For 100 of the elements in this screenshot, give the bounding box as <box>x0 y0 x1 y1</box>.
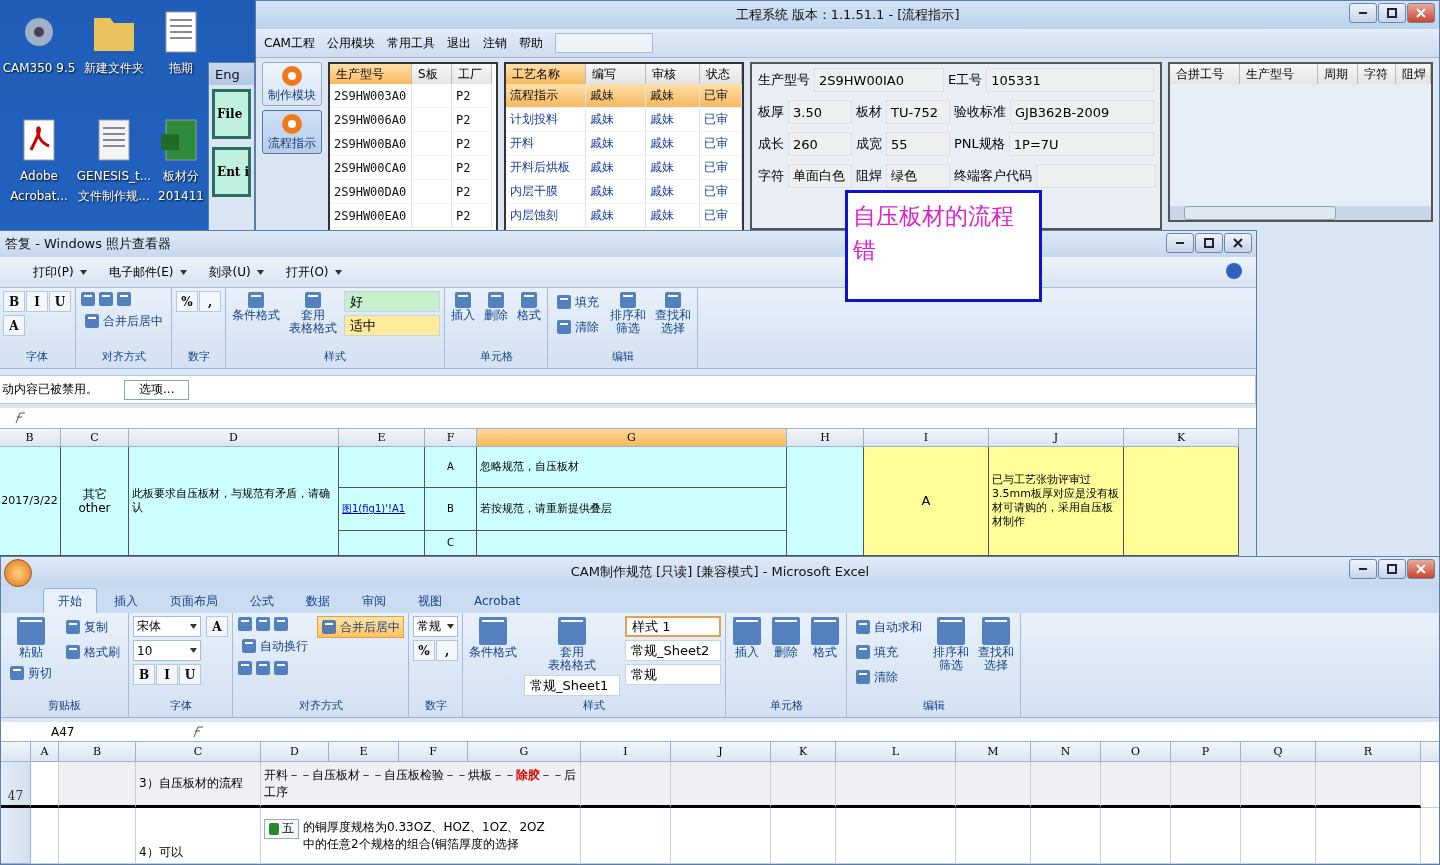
table-cell[interactable]: 已审 <box>700 108 742 132</box>
ribbon-button[interactable]: 清除 <box>851 666 926 688</box>
table-cell[interactable]: 戚妹 <box>646 180 700 204</box>
menu-item[interactable]: 退出 <box>446 34 471 52</box>
menu-item[interactable]: 打印(P) <box>33 263 74 281</box>
format-button[interactable]: U <box>179 664 201 685</box>
style-swatch[interactable]: 常规_Sheet1 <box>524 675 620 696</box>
ribbon-button[interactable]: 插入 <box>449 291 477 322</box>
ribbon-tab[interactable]: 页面布局 <box>155 588 233 613</box>
menu-item[interactable]: 电子邮件(E) <box>108 263 174 281</box>
scrollbar-thumb[interactable] <box>1184 206 1336 220</box>
ribbon-button[interactable]: 填充 <box>552 291 603 313</box>
ribbon-button[interactable]: 插入 <box>730 616 764 659</box>
format-button[interactable]: A <box>206 616 228 637</box>
maximize-button[interactable] <box>1378 559 1406 579</box>
table-cell[interactable]: 已审 <box>700 180 742 204</box>
style-swatch[interactable]: 适中 <box>344 315 440 336</box>
column-header[interactable]: 编写 <box>586 64 646 84</box>
style-swatch[interactable]: 常规 <box>625 664 721 685</box>
text-field[interactable]: GJB362B-2009 <box>1010 100 1154 124</box>
menu-item[interactable]: CAM工程 <box>264 34 315 52</box>
ribbon-tab[interactable]: 审阅 <box>347 588 401 613</box>
table-cell[interactable]: 戚妹 <box>586 204 646 228</box>
table-cell[interactable]: 戚妹 <box>646 108 700 132</box>
ribbon-button[interactable]: 条件格式 <box>230 291 282 322</box>
dropdown-field[interactable]: 宋体 <box>133 616 201 637</box>
format-button[interactable]: U <box>49 291 71 312</box>
ribbon-button[interactable]: 格式 <box>515 291 543 322</box>
ime-toolbar[interactable]: 五 <box>264 818 299 839</box>
format-button[interactable]: % <box>413 640 435 661</box>
office-button[interactable] <box>4 559 32 587</box>
ribbon-button[interactable]: 查找和 选择 <box>653 291 693 335</box>
cell-link[interactable]: 图1(fig1)'!A1 <box>342 502 406 516</box>
table-cell[interactable]: 内层干膜 <box>506 180 586 204</box>
text-field[interactable]: 55 <box>886 132 950 156</box>
column-header[interactable]: 状态 <box>700 64 742 84</box>
text-field[interactable]: 260 <box>788 132 852 156</box>
column-header[interactable]: 生产型号 <box>1240 64 1318 84</box>
ribbon-tab[interactable]: 公式 <box>235 588 289 613</box>
dropdown-field[interactable]: 10 <box>133 640 201 661</box>
text-field[interactable]: TU-752 <box>886 100 950 124</box>
table-cell[interactable]: 内层蚀刻 <box>506 204 586 228</box>
ribbon-tab[interactable]: Acrobat <box>459 588 536 613</box>
minimize-button[interactable] <box>1166 233 1194 253</box>
ribbon-button[interactable]: 粘贴 <box>5 616 56 659</box>
ribbon-button[interactable]: 合并后居中 <box>80 310 167 332</box>
table-cell[interactable]: 流程指示 <box>506 84 586 108</box>
table-cell[interactable]: 已审 <box>700 132 742 156</box>
format-button[interactable]: , <box>436 640 458 661</box>
menu-item[interactable]: 注销 <box>482 34 507 52</box>
ribbon-tab[interactable]: 数据 <box>291 588 345 613</box>
ribbon-button[interactable]: 清除 <box>552 316 603 338</box>
menu-item[interactable]: 公用模块 <box>326 34 375 52</box>
table-cell[interactable]: 已审 <box>700 84 742 108</box>
ribbon-button[interactable]: 复制 <box>61 616 124 638</box>
ribbon-button[interactable]: 查找和 选择 <box>976 616 1016 672</box>
ribbon-button[interactable]: 剪切 <box>5 662 56 684</box>
table-cell[interactable]: 戚妹 <box>586 156 646 180</box>
ribbon-button[interactable]: 自动换行 <box>237 635 312 657</box>
menu-item[interactable]: 帮助 <box>518 34 543 52</box>
ribbon-button[interactable]: 条件格式 <box>467 616 519 659</box>
ribbon-button[interactable]: 排序和 筛选 <box>608 291 648 335</box>
table-cell[interactable]: 已审 <box>700 204 742 228</box>
ribbon-button[interactable]: 套用 表格格式 <box>287 291 339 335</box>
panel-button[interactable]: Ent i <box>212 147 251 197</box>
format-button[interactable]: B <box>133 664 155 685</box>
menu-item[interactable]: 常用工具 <box>386 34 435 52</box>
close-button[interactable] <box>1224 233 1252 253</box>
format-button[interactable]: A <box>3 315 25 336</box>
ribbon-button[interactable]: 删除 <box>482 291 510 322</box>
minimize-button[interactable] <box>1349 3 1377 23</box>
table-cell[interactable]: 戚妹 <box>646 84 700 108</box>
dropdown-field[interactable] <box>554 33 653 53</box>
table-cell[interactable]: 已审 <box>700 156 742 180</box>
text-field[interactable]: 105331 <box>986 68 1154 92</box>
text-field[interactable]: 2S9HW00IA0 <box>814 68 944 92</box>
column-header[interactable]: 阻焊 <box>1396 64 1431 84</box>
ribbon-button[interactable]: 合并后居中 <box>317 616 404 638</box>
format-button[interactable]: I <box>26 291 48 312</box>
panel-button[interactable]: File <box>212 89 251 139</box>
ribbon-button[interactable]: 删除 <box>769 616 803 659</box>
ribbon-tab[interactable]: 视图 <box>403 588 457 613</box>
maximize-button[interactable] <box>1378 3 1406 23</box>
format-button[interactable]: , <box>199 291 221 312</box>
ribbon-button[interactable]: 格式刷 <box>61 641 124 663</box>
ribbon-button[interactable]: 格式 <box>808 616 842 659</box>
options-button[interactable]: 选项... <box>124 379 190 400</box>
text-field[interactable]: 单面白色 <box>788 164 852 188</box>
column-header[interactable]: 字符 <box>1358 64 1396 84</box>
ribbon-tab[interactable]: 开始 <box>43 588 97 613</box>
menu-item[interactable]: 打开(O) <box>285 263 329 281</box>
column-header[interactable]: 审核 <box>646 64 700 84</box>
nav-button[interactable]: 制作模块 <box>262 62 322 106</box>
ribbon-button[interactable]: 填充 <box>851 641 926 663</box>
ribbon-button[interactable]: 自动求和 <box>851 616 926 638</box>
ribbon-button[interactable]: 套用 表格格式 <box>524 616 620 672</box>
column-header[interactable]: S板 <box>412 64 452 84</box>
style-swatch[interactable]: 好 <box>344 291 440 312</box>
format-button[interactable]: B <box>3 291 25 312</box>
column-header[interactable]: 工艺名称 <box>506 64 586 84</box>
